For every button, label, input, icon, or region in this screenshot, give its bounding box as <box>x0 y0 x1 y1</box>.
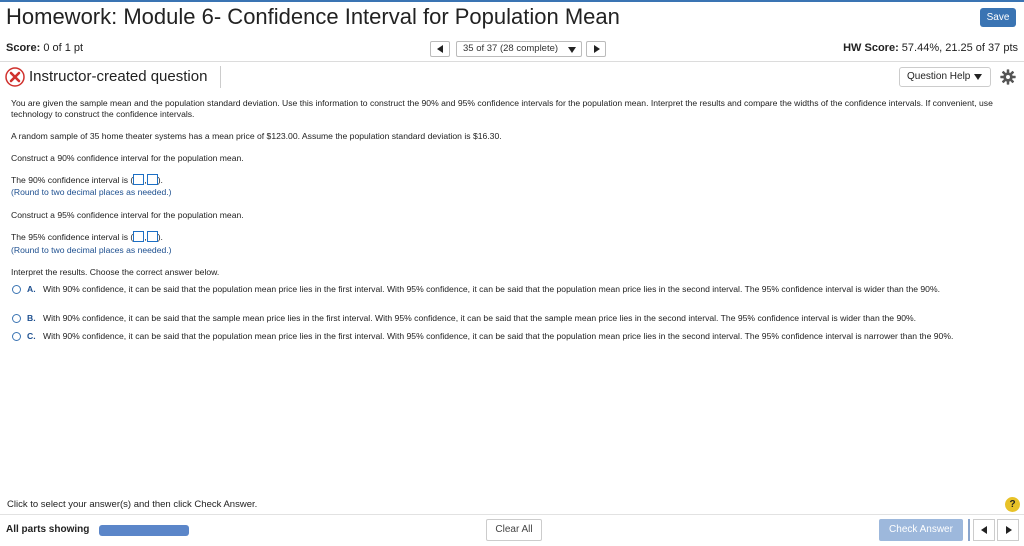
interpret-prompt: Interpret the results. Choose the correc… <box>11 267 220 277</box>
footer-previous-button[interactable] <box>973 519 995 541</box>
help-question-icon[interactable]: ? <box>1005 497 1020 512</box>
part1-answer-suffix: ). <box>157 175 163 185</box>
question-selector[interactable]: 35 of 37 (28 complete) <box>456 41 582 57</box>
chevron-down-icon <box>974 74 982 80</box>
radio-button-c[interactable] <box>12 332 21 341</box>
footer-next-button[interactable] <box>997 519 1019 541</box>
next-question-button[interactable] <box>586 41 606 57</box>
part2-answer-prefix: The 95% confidence interval is ( <box>11 232 134 242</box>
footer-nav-separator <box>968 519 970 541</box>
option-letter-b: B. <box>27 313 36 323</box>
option-text-c: With 90% confidence, it can be said that… <box>43 331 954 341</box>
hw-score: HW Score: 57.44%, 21.25 of 37 pts <box>843 42 1018 54</box>
save-button[interactable]: Save <box>980 8 1016 27</box>
incorrect-x-icon <box>5 67 25 87</box>
check-answer-button[interactable]: Check Answer <box>879 519 963 541</box>
clear-all-button[interactable]: Clear All <box>486 519 542 541</box>
previous-question-button[interactable] <box>430 41 450 57</box>
score-bar: Score: 0 of 1 pt 35 of 37 (28 complete) … <box>0 36 1024 62</box>
option-text-a: With 90% confidence, it can be said that… <box>43 284 940 294</box>
parts-progress-bar <box>99 525 189 536</box>
question-intro: You are given the sample mean and the po… <box>11 98 993 119</box>
footer-divider <box>0 514 1024 515</box>
part1-answer-prefix: The 90% confidence interval is ( <box>11 175 134 185</box>
question-header: Instructor-created question Question Hel… <box>0 64 1024 90</box>
part2-answer-suffix: ). <box>157 232 163 242</box>
all-parts-label: All parts showing <box>6 524 90 535</box>
question-help-label: Question Help <box>907 71 971 82</box>
part1-upper-bound-input[interactable] <box>146 174 158 185</box>
radio-button-a[interactable] <box>12 285 21 294</box>
part2-prompt: Construct a 95% confidence interval for … <box>11 210 244 220</box>
part2-lower-bound-input[interactable] <box>133 231 145 242</box>
part1-answer-line: The 90% confidence interval is (,). <box>11 174 163 185</box>
chevron-down-icon <box>568 47 576 53</box>
sample-description: A random sample of 35 home theater syste… <box>11 131 502 141</box>
part2-rounding-hint: (Round to two decimal places as needed.) <box>11 245 172 255</box>
part2-answer-line: The 95% confidence interval is (,). <box>11 231 163 242</box>
question-help-dropdown[interactable]: Question Help <box>899 67 991 87</box>
score-label: Score: <box>6 42 41 54</box>
option-text-b: With 90% confidence, it can be said that… <box>43 313 917 323</box>
hw-score-label: HW Score: <box>843 42 899 54</box>
part2-upper-bound-input[interactable] <box>146 231 158 242</box>
top-accent-line <box>0 0 1024 2</box>
question-type-label: Instructor-created question <box>29 68 208 85</box>
score: Score: 0 of 1 pt <box>6 42 83 54</box>
radio-button-b[interactable] <box>12 314 21 323</box>
option-letter-a: A. <box>27 284 36 294</box>
question-position: 35 of 37 (28 complete) <box>463 43 559 54</box>
hw-score-value: 57.44%, 21.25 of 37 pts <box>901 42 1018 54</box>
part1-rounding-hint: (Round to two decimal places as needed.) <box>11 187 172 197</box>
footer-instruction: Click to select your answer(s) and then … <box>7 499 258 510</box>
page-title: Homework: Module 6- Confidence Interval … <box>6 4 620 29</box>
gear-icon[interactable] <box>999 68 1017 86</box>
part1-lower-bound-input[interactable] <box>133 174 145 185</box>
header-divider <box>220 66 221 88</box>
option-letter-c: C. <box>27 331 36 341</box>
score-value: 0 of 1 pt <box>43 42 84 54</box>
part1-prompt: Construct a 90% confidence interval for … <box>11 153 244 163</box>
